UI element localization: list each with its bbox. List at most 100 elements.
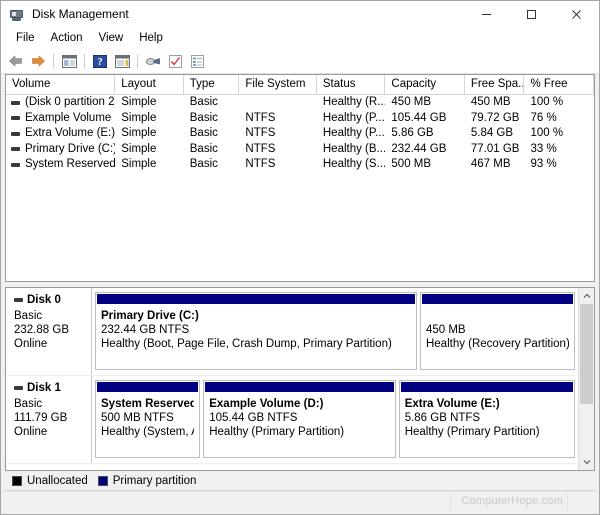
disk-info-panel[interactable]: Disk 0 Basic 232.88 GB Online — [6, 288, 92, 375]
list-view-icon — [190, 54, 204, 68]
cell-layout: Simple — [121, 96, 157, 108]
maximize-icon[interactable] — [509, 1, 554, 28]
cell-free-space: 79.72 GB — [470, 111, 520, 124]
watermark: ComputerHope.com — [461, 495, 563, 507]
table-row[interactable]: Example Volume (... Simple Basic NTFS He… — [6, 111, 594, 127]
scroll-up-button[interactable] — [579, 288, 594, 304]
window-title: Disk Management — [32, 7, 129, 21]
table-row[interactable]: Extra Volume (E:) Simple Basic NTFS Heal… — [6, 126, 594, 142]
partition-block[interactable]: System Reserved 500 MB NTFS Healthy (Sys… — [95, 380, 201, 458]
cell-free-space: 450 MB — [470, 96, 511, 108]
menu-item-action[interactable]: Action — [43, 29, 91, 48]
cell-volume: Example Volume (... — [25, 111, 115, 124]
vertical-scrollbar[interactable] — [578, 288, 594, 470]
toolbar-separator — [137, 53, 138, 69]
partition-block[interactable]: Primary Drive (C:) 232.44 GB NTFS Health… — [95, 292, 417, 370]
partition-block[interactable]: Example Volume (D:) 105.44 GB NTFS Healt… — [203, 380, 396, 458]
cell-percent-free: 33 % — [530, 142, 557, 155]
status-separator — [567, 494, 568, 510]
cell-status: Healthy (R... — [322, 96, 386, 108]
menu-item-view[interactable]: View — [91, 29, 132, 48]
partition-strip: System Reserved 500 MB NTFS Healthy (Sys… — [92, 376, 578, 463]
cell-capacity: 5.86 GB — [391, 127, 434, 139]
partition-name: Example Volume (D:) — [209, 398, 324, 410]
show-hide-action-pane-button[interactable] — [111, 51, 133, 71]
cell-capacity: 450 MB — [391, 96, 432, 108]
disk-management-window: Disk Management File Action View Help ? … — [0, 0, 600, 515]
toolbar-separator — [84, 53, 85, 69]
disk-row[interactable]: Disk 1 Basic 111.79 GB Online System Res… — [6, 376, 578, 464]
legend-swatch-primary-partition — [97, 475, 108, 486]
legend-label-primary-partition: Primary partition — [112, 474, 197, 487]
volume-list[interactable]: Volume Layout Type File System Status Ca… — [5, 74, 595, 282]
column-header-status[interactable]: Status — [317, 75, 386, 94]
partition-strip: Primary Drive (C:) 232.44 GB NTFS Health… — [92, 288, 578, 375]
partition-health: Healthy (Primary Partition) — [404, 426, 540, 438]
partition-color-bar — [421, 294, 573, 304]
volume-icon — [11, 131, 20, 136]
partition-color-bar — [97, 294, 415, 304]
scroll-down-button[interactable] — [579, 454, 594, 470]
menu-item-help[interactable]: Help — [131, 29, 171, 48]
console-tree-icon — [61, 54, 77, 68]
column-header-layout[interactable]: Layout — [115, 75, 184, 94]
graphical-view: Disk 0 Basic 232.88 GB Online Primary Dr… — [5, 287, 595, 471]
back-button[interactable] — [5, 51, 27, 71]
scrollbar-track[interactable] — [579, 304, 594, 454]
disk-row[interactable]: Disk 0 Basic 232.88 GB Online Primary Dr… — [6, 288, 578, 376]
show-hide-console-tree-button[interactable] — [58, 51, 80, 71]
legend-swatch-unallocated — [12, 475, 22, 486]
checkmark-page-icon — [168, 54, 182, 68]
legend-item-primary-partition: Primary partition — [97, 474, 197, 487]
help-button[interactable]: ? — [89, 51, 111, 71]
cell-type: Basic — [189, 127, 218, 139]
table-row[interactable]: (Disk 0 partition 2) Simple Basic Health… — [6, 95, 594, 111]
status-separator — [450, 494, 451, 510]
partition-color-bar — [400, 382, 574, 392]
minimize-icon[interactable] — [464, 1, 509, 28]
cell-status: Healthy (S... — [322, 158, 386, 170]
column-header-percent-free[interactable]: % Free — [524, 75, 594, 94]
close-icon[interactable] — [554, 1, 599, 28]
rescan-icon — [145, 57, 160, 65]
disk-info-panel[interactable]: Disk 1 Basic 111.79 GB Online — [6, 376, 92, 463]
cell-layout: Simple — [121, 158, 157, 170]
partition-size: 232.44 GB NTFS — [101, 324, 190, 336]
chevron-down-icon — [583, 460, 590, 465]
column-header-file-system[interactable]: File System — [239, 75, 317, 94]
disk-state: Online — [14, 426, 48, 438]
menu-item-file[interactable]: File — [8, 29, 43, 48]
scrollbar-thumb[interactable] — [580, 304, 593, 404]
forward-button[interactable] — [27, 51, 49, 71]
partition-name: Primary Drive (C:) — [101, 310, 199, 322]
column-header-capacity[interactable]: Capacity — [385, 75, 465, 94]
cell-percent-free: 100 % — [530, 127, 564, 139]
table-row[interactable]: Primary Drive (C:) Simple Basic NTFS Hea… — [6, 142, 594, 158]
column-header-volume[interactable]: Volume — [6, 75, 116, 94]
cell-volume: Extra Volume (E:) — [25, 127, 116, 139]
column-header-free-space[interactable]: Free Spa... — [465, 75, 525, 94]
cell-file-system — [239, 95, 316, 111]
question-mark-icon: ? — [93, 54, 107, 68]
volume-icon — [11, 162, 20, 167]
partition-block[interactable]: Extra Volume (E:) 5.86 GB NTFS Healthy (… — [398, 380, 576, 458]
disk-management-icon — [9, 7, 25, 23]
cell-type: Basic — [189, 96, 218, 108]
list-view-button[interactable] — [186, 51, 208, 71]
properties-button[interactable] — [164, 51, 186, 71]
rescan-disks-button[interactable] — [142, 51, 164, 71]
cell-free-space: 467 MB — [470, 158, 511, 170]
cell-volume: (Disk 0 partition 2) — [25, 96, 116, 108]
partition-block[interactable]: 450 MB Healthy (Recovery Partition) — [419, 292, 575, 370]
disk-type: Basic — [14, 398, 43, 410]
table-row[interactable]: System Reserved Simple Basic NTFS Health… — [6, 157, 594, 173]
column-header-type[interactable]: Type — [184, 75, 240, 94]
partition-size: 450 MB — [425, 324, 466, 336]
partition-name: Extra Volume (E:) — [404, 398, 500, 410]
partition-size: 5.86 GB NTFS — [404, 412, 481, 424]
disk-title: Disk 1 — [14, 382, 91, 394]
cell-file-system: NTFS — [245, 158, 276, 170]
cell-file-system: NTFS — [245, 111, 276, 124]
partition-health: Healthy (Recovery Partition) — [425, 338, 569, 350]
partition-health: Healthy (Boot, Page File, Crash Dump, Pr… — [101, 338, 392, 350]
